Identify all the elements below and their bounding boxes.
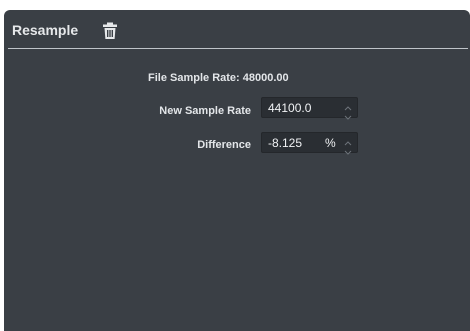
difference-spinner[interactable] (343, 134, 353, 155)
new-sample-rate-spinner[interactable] (343, 99, 353, 120)
spin-up-icon[interactable] (343, 134, 353, 146)
resample-panel: Resample File Sample Rate: 48000.00 New … (4, 10, 470, 331)
new-sample-rate-value[interactable]: 44100.0 (268, 101, 311, 115)
difference-label: Difference (197, 139, 251, 151)
window-frame: Resample File Sample Rate: 48000.00 New … (0, 0, 470, 331)
new-sample-rate-field[interactable]: 44100.0 (261, 97, 358, 120)
panel-header: Resample (4, 10, 470, 48)
file-sample-rate: File Sample Rate: 48000.00 (148, 72, 289, 84)
trash-icon[interactable] (102, 22, 118, 40)
difference-field[interactable]: -8.125 % (261, 132, 358, 155)
difference-unit: % (325, 136, 336, 150)
header-divider (8, 48, 468, 49)
spin-down-icon[interactable] (343, 109, 353, 120)
spin-down-icon[interactable] (343, 144, 353, 155)
difference-value[interactable]: -8.125 (268, 136, 302, 150)
spin-up-icon[interactable] (343, 99, 353, 111)
new-sample-rate-label: New Sample Rate (159, 105, 251, 117)
panel-title: Resample (12, 22, 79, 38)
